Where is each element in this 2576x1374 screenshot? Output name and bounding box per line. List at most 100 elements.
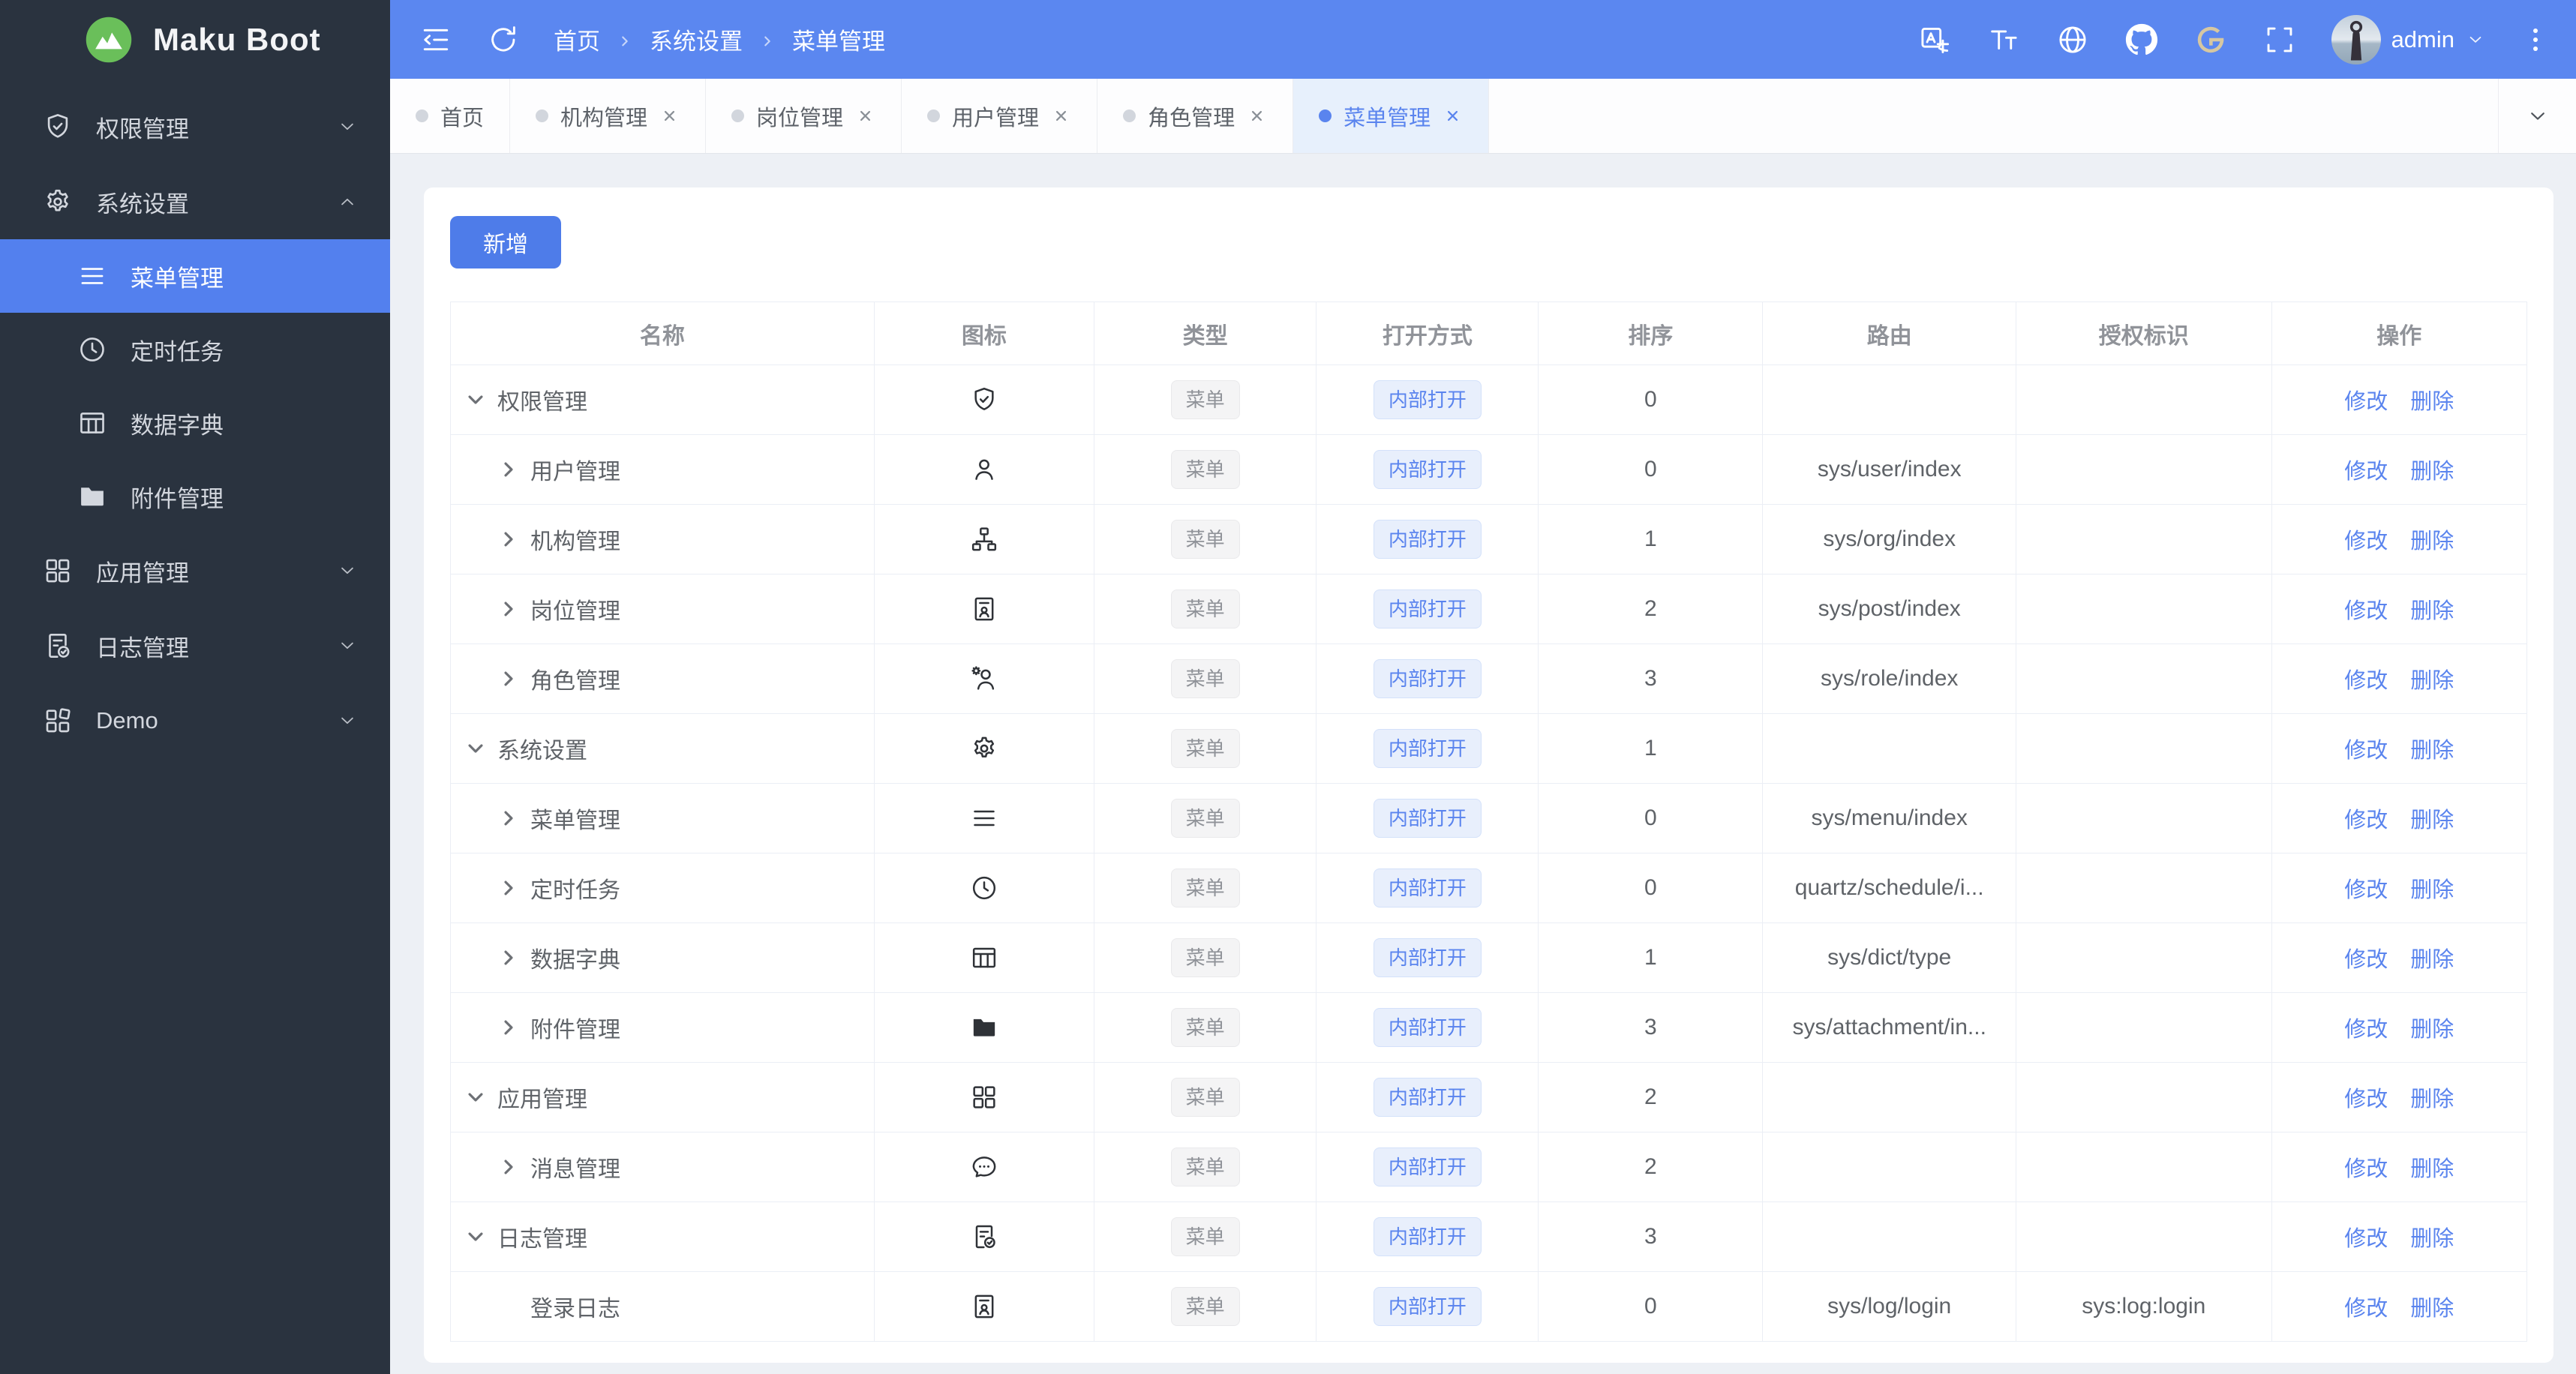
delete-link[interactable]: 删除 <box>2410 599 2454 623</box>
delete-link[interactable]: 删除 <box>2410 808 2454 832</box>
tree-expand-icon[interactable] <box>494 664 523 693</box>
delete-link[interactable]: 删除 <box>2410 1018 2454 1042</box>
breadcrumb-item[interactable]: 系统设置 <box>650 22 743 56</box>
sort-cell: 0 <box>1538 783 1764 854</box>
fullscreen-icon[interactable] <box>2262 22 2297 57</box>
delete-link[interactable]: 删除 <box>2410 948 2454 972</box>
edit-link[interactable]: 修改 <box>2344 460 2388 484</box>
edit-link[interactable]: 修改 <box>2344 1018 2388 1042</box>
edit-link[interactable]: 修改 <box>2344 948 2388 972</box>
tab-label: 岗位管理 <box>756 106 844 130</box>
menu-name-text: 应用管理 <box>497 1088 587 1112</box>
user-menu[interactable]: admin <box>2331 14 2486 64</box>
tree-expand-icon[interactable] <box>494 944 523 972</box>
sidebar-item-permission[interactable]: 权限管理 <box>0 89 390 164</box>
open-mode-cell: 内部打开 <box>1316 504 1539 574</box>
close-icon[interactable] <box>659 106 680 126</box>
type-cell: 菜单 <box>1094 992 1317 1063</box>
tree-expand-icon[interactable] <box>494 804 523 832</box>
sidebar-item-attachment[interactable]: 附件管理 <box>0 460 390 533</box>
tree-expand-icon[interactable] <box>494 595 523 623</box>
sidebar-item-demo[interactable]: Demo <box>0 683 390 758</box>
table-row: 定时任务 菜单 内部打开 0 quartz/schedule/i... 修改 删除 <box>450 853 2527 923</box>
actions-cell: 修改 删除 <box>2271 1132 2527 1202</box>
tab-home[interactable]: 首页 <box>390 79 511 153</box>
open-mode-tag: 内部打开 <box>1373 450 1482 489</box>
edit-link[interactable]: 修改 <box>2344 1088 2388 1112</box>
open-mode-tag: 内部打开 <box>1373 1148 1482 1186</box>
type-tag: 菜单 <box>1170 729 1240 768</box>
close-icon[interactable] <box>1051 106 1071 126</box>
edit-link[interactable]: 修改 <box>2344 390 2388 414</box>
edit-link[interactable]: 修改 <box>2344 599 2388 623</box>
delete-link[interactable]: 删除 <box>2410 530 2454 554</box>
delete-link[interactable]: 删除 <box>2410 1297 2454 1321</box>
sidebar-item-system[interactable]: 系统设置 <box>0 164 390 239</box>
route-cell: sys/role/index <box>1762 644 2017 714</box>
edit-link[interactable]: 修改 <box>2344 1157 2388 1181</box>
sidebar-submenu-system: 菜单管理 定时任务 数据字典 附件管理 <box>0 239 390 533</box>
edit-link[interactable]: 修改 <box>2344 808 2388 832</box>
tab-role[interactable]: 角色管理 <box>1097 79 1294 153</box>
tab-post[interactable]: 岗位管理 <box>706 79 902 153</box>
table-row: 角色管理 菜单 内部打开 3 sys/role/index 修改 删除 <box>450 644 2527 714</box>
delete-link[interactable]: 删除 <box>2410 390 2454 414</box>
delete-link[interactable]: 删除 <box>2410 669 2454 693</box>
edit-link[interactable]: 修改 <box>2344 739 2388 763</box>
open-mode-cell: 内部打开 <box>1316 574 1539 644</box>
edit-link[interactable]: 修改 <box>2344 530 2388 554</box>
delete-link[interactable]: 删除 <box>2410 739 2454 763</box>
edit-link[interactable]: 修改 <box>2344 669 2388 693</box>
font-size-icon[interactable] <box>1986 22 2021 57</box>
delete-link[interactable]: 删除 <box>2410 1088 2454 1112</box>
tree-expand-icon[interactable] <box>494 1013 523 1042</box>
tab-org[interactable]: 机构管理 <box>510 79 707 153</box>
delete-link[interactable]: 删除 <box>2410 460 2454 484</box>
sort-cell: 0 <box>1538 434 1764 505</box>
breadcrumb-item[interactable]: 首页 <box>554 22 600 56</box>
sidebar-item-menu[interactable]: 菜单管理 <box>0 239 390 313</box>
tab-label: 菜单管理 <box>1344 106 1431 130</box>
translate-icon[interactable] <box>1917 22 1952 57</box>
edit-link[interactable]: 修改 <box>2344 878 2388 902</box>
close-icon[interactable] <box>1443 106 1463 126</box>
tree-expand-icon[interactable] <box>494 455 523 484</box>
type-tag: 菜单 <box>1170 1217 1240 1256</box>
tree-expand-icon[interactable] <box>494 525 523 554</box>
name-cell: 日志管理 <box>450 1202 875 1272</box>
gitee-icon[interactable] <box>2193 22 2228 57</box>
tree-collapse-icon[interactable] <box>461 734 490 763</box>
tree-collapse-icon[interactable] <box>461 386 490 414</box>
table-icon <box>969 943 999 973</box>
close-icon[interactable] <box>1247 106 1267 126</box>
close-icon[interactable] <box>855 106 875 126</box>
menu-name: 权限管理 <box>461 383 862 416</box>
edit-link[interactable]: 修改 <box>2344 1297 2388 1321</box>
tab-menu[interactable]: 菜单管理 <box>1293 79 1490 153</box>
refresh-icon[interactable] <box>486 22 521 57</box>
table-row: 菜单管理 菜单 内部打开 0 sys/menu/index 修改 删除 <box>450 783 2527 854</box>
github-icon[interactable] <box>2124 22 2159 57</box>
delete-link[interactable]: 删除 <box>2410 878 2454 902</box>
name-cell: 角色管理 <box>450 644 875 714</box>
add-button[interactable]: 新增 <box>450 216 561 268</box>
tree-collapse-icon[interactable] <box>461 1083 490 1112</box>
sidebar-item-log[interactable]: 日志管理 <box>0 608 390 683</box>
tree-collapse-icon[interactable] <box>461 1222 490 1251</box>
tree-expand-icon[interactable] <box>494 874 523 902</box>
delete-link[interactable]: 删除 <box>2410 1157 2454 1181</box>
tree-expand-icon[interactable] <box>494 1153 523 1181</box>
collapse-sidebar-icon[interactable] <box>419 22 453 57</box>
tabs-dropdown-button[interactable] <box>2498 79 2576 153</box>
column-header-4: 排序 <box>1538 302 1764 365</box>
delete-link[interactable]: 删除 <box>2410 1227 2454 1251</box>
more-menu-button[interactable] <box>2520 25 2550 55</box>
sidebar-item-schedule[interactable]: 定时任务 <box>0 313 390 386</box>
tab-user[interactable]: 用户管理 <box>902 79 1098 153</box>
auth-cell: sys:log:login <box>2016 1271 2272 1342</box>
globe-icon[interactable] <box>2055 22 2090 57</box>
sidebar-item-dict[interactable]: 数据字典 <box>0 386 390 460</box>
edit-link[interactable]: 修改 <box>2344 1227 2388 1251</box>
column-header-7: 操作 <box>2271 302 2527 365</box>
sidebar-item-app[interactable]: 应用管理 <box>0 533 390 608</box>
